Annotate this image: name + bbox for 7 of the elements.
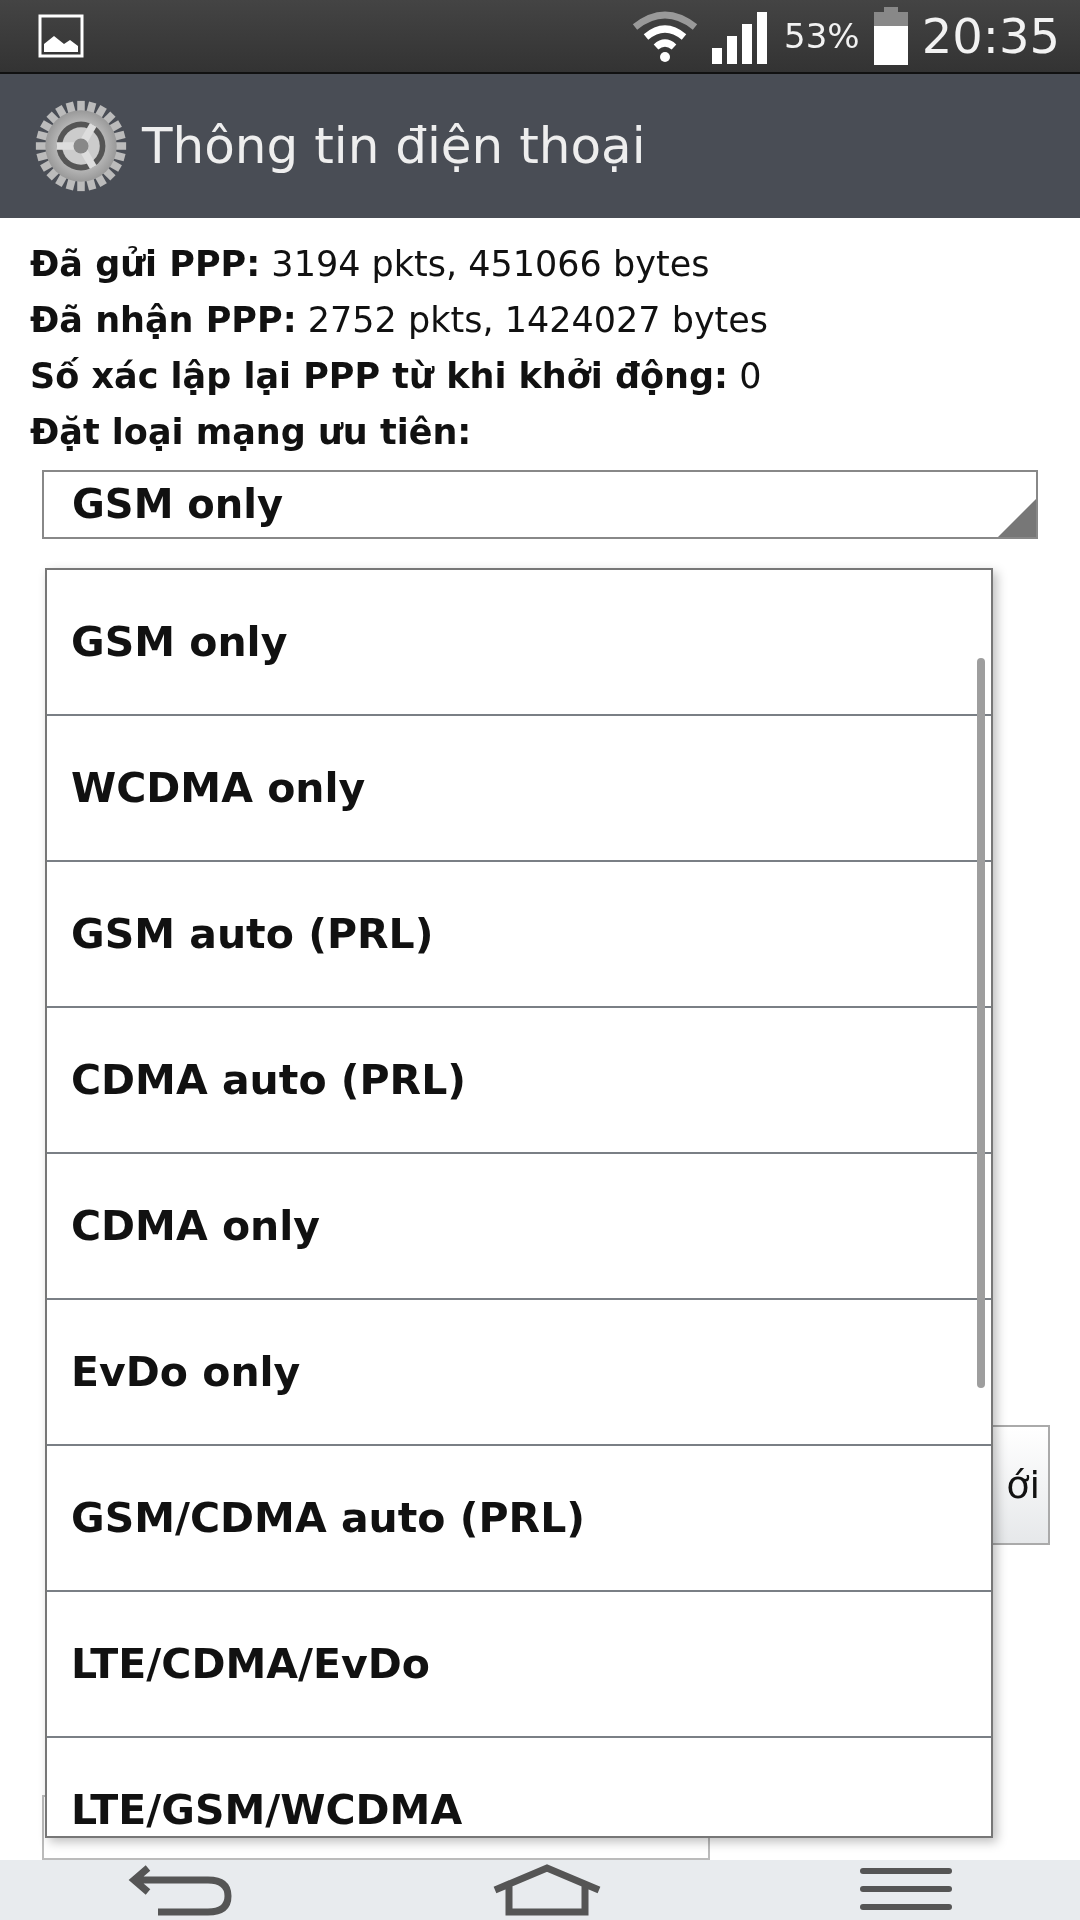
clock: 20:35 <box>921 8 1060 64</box>
info-line: Đã gửi PPP: 3194 pkts, 451066 bytes <box>30 243 711 286</box>
network-type-label: Đặt loại mạng ưu tiên: <box>30 411 473 454</box>
battery-percent: 53% <box>784 16 860 56</box>
info-line: Số xác lập lại PPP từ khi khởi động: 0 <box>30 355 763 398</box>
screen-title: Thông tin điện thoại <box>142 117 646 175</box>
info-line: Đã nhận PPP: 2752 pkts, 1424027 bytes <box>30 299 770 342</box>
